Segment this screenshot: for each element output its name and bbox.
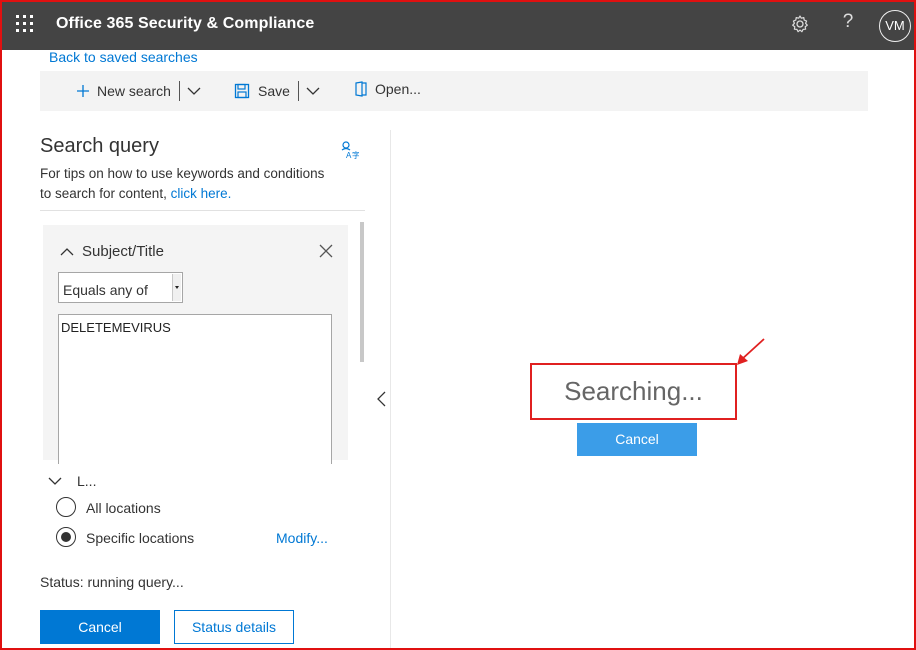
app-launcher-icon[interactable] xyxy=(10,11,38,39)
top-bar: Office 365 Security & Compliance ? VM xyxy=(0,0,916,50)
open-label: Open... xyxy=(375,81,421,97)
back-to-saved-searches-link[interactable]: Back to saved searches xyxy=(49,49,198,65)
condition-value-input[interactable]: DELETEMEVIRUS xyxy=(58,314,332,464)
searching-indicator: Searching... xyxy=(530,363,737,420)
open-button[interactable]: Open... xyxy=(354,69,421,109)
cancel-search-button[interactable]: Cancel xyxy=(577,423,697,456)
locations-label: L... xyxy=(77,473,97,489)
status-text: Status: running query... xyxy=(40,574,184,590)
search-query-title: Search query xyxy=(40,135,159,157)
svg-text:字: 字 xyxy=(352,150,359,160)
toolbar-separator xyxy=(178,81,180,101)
new-search-label: New search xyxy=(97,83,171,99)
click-here-link[interactable]: click here. xyxy=(171,186,232,201)
annotation-arrow-icon xyxy=(737,338,765,365)
save-button[interactable]: Save xyxy=(234,71,321,111)
new-search-button[interactable]: New search xyxy=(76,71,202,111)
chevron-left-icon[interactable] xyxy=(375,390,389,408)
help-icon[interactable]: ? xyxy=(840,11,856,33)
operator-value: Equals any of xyxy=(63,282,148,298)
toolbar-separator xyxy=(297,81,299,101)
save-icon xyxy=(234,83,250,99)
close-icon[interactable] xyxy=(319,244,333,258)
gear-icon[interactable] xyxy=(789,13,811,35)
panel-divider xyxy=(390,130,391,650)
all-locations-label: All locations xyxy=(86,500,161,516)
cancel-button[interactable]: Cancel xyxy=(40,610,160,644)
chevron-down-icon[interactable] xyxy=(48,474,62,488)
keyword-language-icon[interactable]: A 字 xyxy=(339,140,359,160)
specific-locations-radio[interactable] xyxy=(56,527,76,547)
chevron-down-icon[interactable] xyxy=(305,83,321,99)
search-tips-text: For tips on how to use keywords and cond… xyxy=(40,164,330,204)
chevron-up-icon[interactable] xyxy=(60,245,74,259)
toolbar: New search Save Open... xyxy=(40,71,868,111)
app-title: Office 365 Security & Compliance xyxy=(56,15,315,32)
operator-select[interactable]: Equals any of xyxy=(58,272,183,303)
dropdown-arrow-icon xyxy=(172,274,181,301)
plus-icon xyxy=(77,85,89,97)
open-icon xyxy=(355,81,367,97)
condition-card: Subject/Title Equals any of DELETEMEVIRU… xyxy=(43,225,348,464)
all-locations-radio[interactable] xyxy=(56,497,76,517)
modify-link[interactable]: Modify... xyxy=(276,530,328,546)
status-details-button[interactable]: Status details xyxy=(174,610,294,644)
scrollbar[interactable] xyxy=(360,222,364,362)
condition-title: Subject/Title xyxy=(82,243,164,260)
searching-text: Searching... xyxy=(564,376,703,406)
chevron-down-icon[interactable] xyxy=(186,83,202,99)
avatar[interactable]: VM xyxy=(879,10,911,42)
save-label: Save xyxy=(258,83,290,99)
divider xyxy=(40,210,365,211)
specific-locations-label: Specific locations xyxy=(86,530,195,546)
